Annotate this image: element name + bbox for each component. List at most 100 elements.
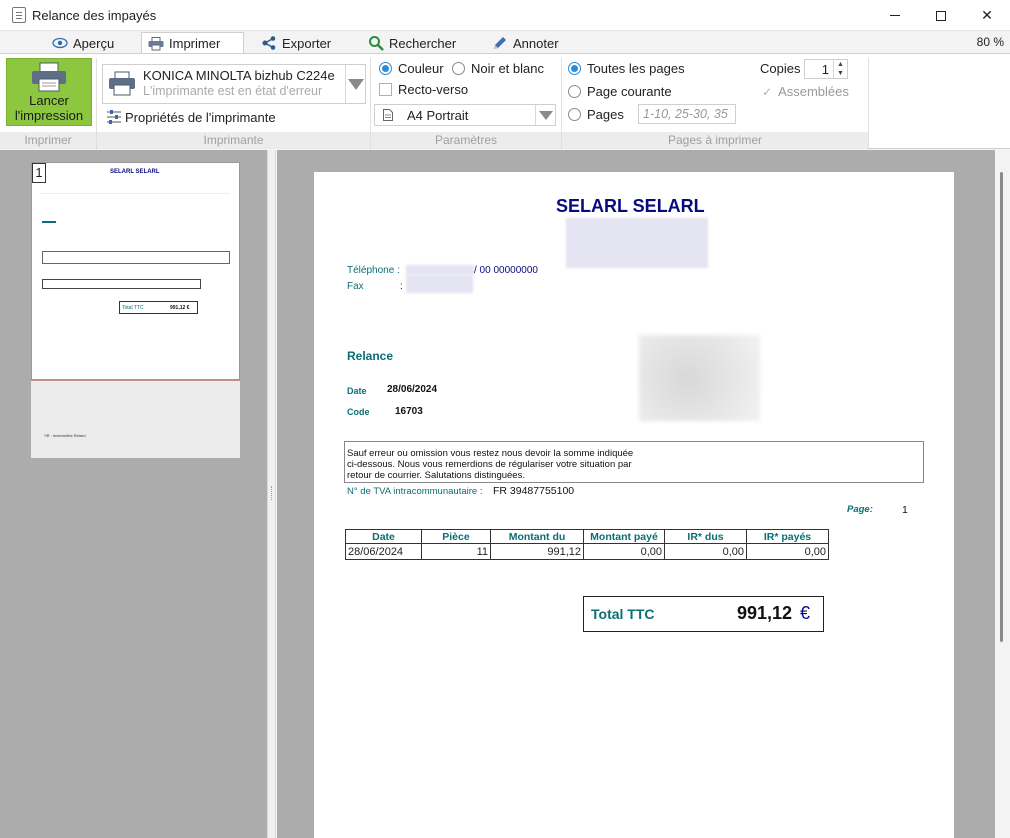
thumbnail-page-number: 1	[32, 163, 46, 183]
printer-name: KONICA MINOLTA bizhub C224e	[143, 68, 335, 83]
thumbnail-total-value: 991,12 €	[170, 305, 190, 311]
printer-icon	[109, 71, 135, 96]
close-button[interactable]: ✕	[964, 0, 1010, 31]
page-label: Page:	[847, 504, 873, 515]
tab-apercu[interactable]: Aperçu	[46, 32, 120, 54]
tab-label: Imprimer	[169, 36, 221, 51]
drag-handle-icon	[271, 486, 273, 500]
collate-checkbox[interactable]: ✓ Assemblées	[762, 84, 849, 99]
color-radio[interactable]: Couleur	[379, 61, 444, 76]
copies-value: 1	[821, 62, 829, 77]
zoom-level[interactable]: 80 %	[977, 35, 1004, 49]
document-page: SELARL SELARL Téléphone : / 00 00000000 …	[314, 172, 954, 838]
thumbnail-panel[interactable]: 1 SELARL SELARL Total TTC 991,12 € *IR :…	[0, 150, 267, 838]
group-label-params: Paramètres	[371, 132, 561, 149]
copies-label: Copies	[760, 61, 801, 76]
eye-icon	[52, 36, 68, 50]
table-row: 28/06/2024 11 991,12 0,00 0,00 0,00	[345, 543, 829, 560]
thumbnail-header-line	[40, 193, 230, 194]
radio-unchecked	[568, 85, 581, 98]
printer-status: L'imprimante est en état d'erreur	[143, 84, 323, 98]
table-cell: 0,00	[664, 543, 747, 560]
printer-properties-label: Propriétés de l'imprimante	[125, 109, 276, 125]
paper-dropdown-button[interactable]	[535, 105, 555, 125]
bw-radio[interactable]: Noir et blanc	[452, 61, 544, 76]
tab-exporter[interactable]: Exporter	[255, 32, 337, 54]
column-header: Montant payé	[583, 529, 665, 544]
printer-icon	[148, 36, 164, 51]
thumbnail-heading-mark	[42, 221, 56, 223]
group-label-pages: Pages à imprimer	[562, 132, 868, 149]
tab-label: Aperçu	[73, 35, 115, 51]
scrollbar-thumb[interactable]	[1000, 172, 1003, 642]
group-label-print: Imprimer	[0, 132, 96, 149]
copies-stepper[interactable]: 1 ▲ ▼	[804, 59, 848, 79]
maximize-button[interactable]	[918, 0, 964, 31]
table-cell: 0,00	[583, 543, 665, 560]
phone-value: / 00 00000000	[474, 265, 538, 276]
page-range-radio[interactable]: Pages	[568, 107, 624, 122]
settings-sliders-icon	[107, 110, 121, 124]
tab-imprimer[interactable]: Imprimer	[141, 32, 244, 54]
duplex-label: Recto-verso	[398, 82, 469, 97]
document-icon	[12, 7, 26, 23]
table-header-row: Date Pièce Montant du Montant payé IR* d…	[345, 529, 829, 544]
paper-size-select[interactable]: A4 Portrait	[374, 104, 556, 126]
radio-unchecked	[452, 62, 465, 75]
all-pages-radio[interactable]: Toutes les pages	[568, 61, 685, 76]
code-label: Code	[347, 407, 370, 417]
tab-label: Annoter	[513, 35, 559, 51]
table-cell: 991,12	[490, 543, 584, 560]
duplex-checkbox[interactable]: Recto-verso	[379, 82, 468, 97]
reminder-message-line: retour de courrier. Salutations distingu…	[347, 470, 525, 481]
total-currency: €	[800, 603, 811, 623]
maximize-icon	[936, 10, 946, 21]
column-header: Montant du	[490, 529, 584, 544]
launch-print-line2: l'impression	[14, 108, 84, 123]
printer-properties-button[interactable]: Propriétés de l'imprimante	[106, 109, 276, 125]
tab-label: Exporter	[282, 35, 332, 51]
window-controls: ✕	[872, 0, 1010, 31]
tab-rechercher[interactable]: Rechercher	[362, 32, 462, 54]
page-thumbnail-footer[interactable]: *IR : Indemnités Retard	[31, 380, 240, 458]
reminder-message-line: Sauf erreur ou omission vous restez nous…	[347, 448, 634, 459]
vertical-scrollbar[interactable]	[995, 150, 1010, 838]
spin-arrows-icon[interactable]: ▲ ▼	[833, 60, 847, 78]
phone-label: Téléphone :	[347, 265, 400, 276]
printer-dropdown-button[interactable]	[345, 65, 365, 103]
table-cell: 0,00	[746, 543, 829, 560]
document-heading: Relance	[347, 349, 394, 363]
printer-select[interactable]: KONICA MINOLTA bizhub C224e L'imprimante…	[102, 64, 366, 104]
table-cell: 11	[421, 543, 491, 560]
paper-size-value: A4 Portrait	[407, 108, 469, 123]
column-header: IR* dus	[664, 529, 747, 544]
page-thumbnail[interactable]: 1 SELARL SELARL Total TTC 991,12 €	[31, 162, 240, 380]
column-header: IR* payés	[746, 529, 829, 544]
company-name: SELARL SELARL	[556, 196, 705, 216]
reminder-message: Sauf erreur ou omission vous restez nous…	[347, 448, 633, 481]
panel-splitter[interactable]	[267, 150, 276, 838]
redacted-address	[566, 218, 708, 268]
thumbnail-table	[42, 279, 201, 289]
reminder-message-line: ci-dessous. Nous vous remerdions de régu…	[347, 459, 632, 470]
title-bar: Relance des impayés ✕	[0, 0, 1010, 31]
column-header: Date	[345, 529, 422, 544]
table-cell: 28/06/2024	[345, 543, 422, 560]
tab-annoter[interactable]: Annoter	[486, 32, 565, 54]
ribbon-tabs: Aperçu Imprimer Exporter Rechercher Anno…	[0, 31, 1010, 54]
launch-print-button[interactable]: Lancer l'impression	[6, 58, 92, 126]
minimize-button[interactable]	[872, 0, 918, 31]
fax-label: Fax	[347, 281, 364, 292]
thumbnail-footer-note: *IR : Indemnités Retard	[44, 433, 86, 438]
page-range-label: Pages	[587, 107, 624, 122]
group-separator	[868, 58, 869, 148]
current-page-radio[interactable]: Page courante	[568, 84, 672, 99]
window-title: Relance des impayés	[32, 7, 157, 23]
date-value: 28/06/2024	[387, 384, 438, 395]
search-icon	[368, 36, 384, 51]
total-amount: 991,12	[737, 603, 793, 623]
chevron-down-icon	[538, 110, 553, 120]
redacted-recipient	[639, 335, 760, 421]
group-label-printer: Imprimante	[97, 132, 370, 149]
page-range-input[interactable]: 1-10, 25-30, 35	[638, 104, 736, 124]
